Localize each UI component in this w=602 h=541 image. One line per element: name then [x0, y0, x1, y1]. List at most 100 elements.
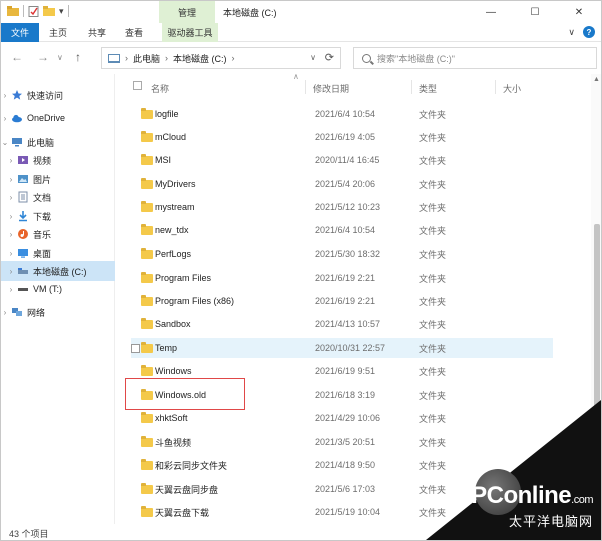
nav-item-onedrive[interactable]: › OneDrive — [1, 108, 115, 128]
forward-button[interactable]: → — [37, 50, 49, 64]
folder-icon — [141, 295, 153, 306]
file-date: 2021/5/12 10:23 — [315, 202, 381, 212]
file-row-mystream[interactable]: mystream 2021/5/12 10:23 文件夹 — [131, 197, 553, 217]
file-name: Program Files (x86) — [155, 296, 235, 306]
vertical-scrollbar[interactable]: ▲ ▼ — [591, 74, 601, 524]
file-row-program-files-x86[interactable]: Program Files (x86) 2021/6/19 2:21 文件夹 — [131, 291, 553, 311]
expand-chevron-icon[interactable]: › — [7, 156, 15, 165]
file-row-temp[interactable]: Temp 2020/10/31 22:57 文件夹 — [131, 338, 553, 358]
file-date: 2021/6/18 3:19 — [315, 390, 376, 400]
file-date: 2021/6/19 2:21 — [315, 273, 376, 283]
file-row-new-tdx[interactable]: new_tdx 2021/6/4 10:54 文件夹 — [131, 220, 553, 240]
window-title: 本地磁盘 (C:) — [223, 8, 277, 18]
file-row-logfile[interactable]: logfile 2021/6/4 10:54 文件夹 — [131, 104, 553, 124]
expand-chevron-icon[interactable]: › — [7, 267, 15, 276]
column-header-name[interactable]: 名称 — [151, 82, 169, 98]
folder-icon[interactable] — [7, 6, 19, 16]
file-row-tianyi-download[interactable]: 天翼云盘下载 2021/5/19 10:04 文件夹 — [131, 502, 553, 522]
search-box[interactable]: 搜索"本地磁盘 (C:)" — [353, 47, 597, 69]
tab-home[interactable]: 主页 — [49, 23, 67, 42]
nav-item-music[interactable]: › 音乐 — [1, 224, 115, 244]
properties-icon[interactable] — [28, 5, 39, 17]
new-folder-icon[interactable] — [43, 6, 55, 16]
expand-chevron-icon[interactable]: › — [7, 230, 15, 239]
up-button[interactable]: ↑ — [75, 50, 81, 64]
row-checkbox[interactable] — [131, 343, 140, 353]
file-row-hecaiyun-sync[interactable]: 和彩云同步文件夹 2021/4/18 9:50 文件夹 — [131, 455, 553, 475]
file-row-mydrivers[interactable]: MyDrivers 2021/5/4 20:06 文件夹 — [131, 174, 553, 194]
recent-locations-chevron-icon[interactable]: ∨ — [57, 53, 63, 62]
expand-chevron-icon[interactable]: › — [1, 308, 9, 317]
scroll-down-arrow-icon[interactable]: ▼ — [593, 515, 600, 522]
column-divider[interactable] — [411, 80, 412, 94]
search-placeholder[interactable]: 搜索"本地磁盘 (C:)" — [377, 52, 455, 65]
column-divider[interactable] — [305, 80, 306, 94]
tab-drive-tools[interactable]: 驱动器工具 — [162, 23, 218, 42]
tab-view[interactable]: 查看 — [125, 23, 143, 42]
refresh-icon[interactable]: ⟳ — [325, 51, 334, 64]
title-bar: ▾ 管理 本地磁盘 (C:) — ☐ ✕ — [1, 1, 601, 23]
nav-label: 快速访问 — [27, 90, 64, 101]
nav-item-this-pc[interactable]: ⌄ 此电脑 — [1, 132, 115, 152]
file-type: 文件夹 — [419, 343, 447, 354]
help-icon[interactable]: ? — [583, 26, 595, 38]
breadcrumb-separator[interactable]: › — [232, 53, 235, 63]
expand-chevron-icon[interactable]: › — [7, 193, 15, 202]
expand-ribbon-chevron-icon[interactable]: ∨ — [568, 27, 575, 38]
breadcrumb-local-disk[interactable]: 本地磁盘 (C:) — [173, 52, 227, 65]
breadcrumb-this-pc[interactable]: 此电脑 — [133, 52, 160, 65]
column-divider[interactable] — [495, 80, 496, 94]
file-row-perflogs[interactable]: PerfLogs 2021/5/30 18:32 文件夹 — [131, 244, 553, 264]
address-history-chevron-icon[interactable]: ∨ — [310, 53, 316, 62]
breadcrumb-separator[interactable]: › — [125, 53, 128, 63]
tab-file[interactable]: 文件 — [1, 23, 39, 42]
expand-chevron-icon[interactable]: › — [1, 91, 9, 100]
file-type: 文件夹 — [419, 390, 447, 401]
file-row-sandbox[interactable]: Sandbox 2021/4/13 10:57 文件夹 — [131, 314, 553, 334]
expand-chevron-icon[interactable]: › — [7, 175, 15, 184]
nav-item-quick-access[interactable]: › 快速访问 — [1, 85, 115, 105]
file-row-program-files[interactable]: Program Files 2021/6/19 2:21 文件夹 — [131, 268, 553, 288]
file-date: 2021/5/30 18:32 — [315, 249, 381, 259]
file-type: 文件夹 — [419, 225, 447, 236]
nav-item-pictures[interactable]: › 图片 — [1, 169, 115, 189]
collapse-chevron-icon[interactable]: ⌄ — [1, 138, 9, 147]
expand-chevron-icon[interactable]: › — [7, 249, 15, 258]
file-type: 文件夹 — [419, 273, 447, 284]
back-button[interactable]: ← — [11, 50, 23, 64]
close-button[interactable]: ✕ — [557, 1, 601, 23]
file-row-xhktsoft[interactable]: xhktSoft 2021/4/29 10:06 文件夹 — [131, 408, 553, 428]
file-type: 文件夹 — [419, 155, 447, 166]
nav-item-network[interactable]: › 网络 — [1, 302, 115, 322]
customize-toolbar-chevron-icon[interactable]: ▾ — [59, 6, 64, 17]
scrollbar-thumb[interactable] — [594, 224, 600, 474]
maximize-button[interactable]: ☐ — [513, 1, 557, 23]
file-row-mcloud[interactable]: mCloud 2021/6/19 4:05 文件夹 — [131, 127, 553, 147]
select-all-checkbox[interactable] — [133, 81, 142, 90]
tab-manage[interactable]: 管理 — [159, 1, 215, 23]
file-type: 文件夹 — [419, 296, 447, 307]
file-row-msi[interactable]: MSI 2020/11/4 16:45 文件夹 — [131, 150, 553, 170]
file-row-douyu-video[interactable]: 斗鱼视频 2021/3/5 20:51 文件夹 — [131, 432, 553, 452]
documents-icon — [18, 191, 28, 203]
breadcrumb-separator[interactable]: › — [165, 53, 168, 63]
scroll-up-arrow-icon[interactable]: ▲ — [593, 76, 600, 83]
column-header-type[interactable]: 类型 — [419, 82, 437, 98]
file-row-tianyi-sync[interactable]: 天翼云盘同步盘 2021/5/6 17:03 文件夹 — [131, 479, 553, 499]
nav-item-desktop[interactable]: › 桌面 — [1, 243, 115, 263]
nav-item-vm-t[interactable]: › VM (T:) — [1, 279, 115, 299]
nav-item-downloads[interactable]: › 下载 — [1, 206, 115, 226]
nav-item-videos[interactable]: › 视频 — [1, 150, 115, 170]
nav-item-local-disk-c[interactable]: › 本地磁盘 (C:) — [1, 261, 115, 281]
column-header-date[interactable]: 修改日期 — [313, 82, 349, 98]
minimize-button[interactable]: — — [469, 1, 513, 23]
cloud-icon — [12, 114, 22, 123]
column-header-size[interactable]: 大小 — [503, 82, 521, 98]
file-name: Windows — [155, 366, 192, 376]
address-bar[interactable]: › 此电脑 › 本地磁盘 (C:) › ∨ ⟳ — [101, 47, 341, 69]
expand-chevron-icon[interactable]: › — [7, 212, 15, 221]
tab-share[interactable]: 共享 — [88, 23, 106, 42]
expand-chevron-icon[interactable]: › — [1, 114, 9, 123]
nav-item-documents[interactable]: › 文档 — [1, 187, 115, 207]
expand-chevron-icon[interactable]: › — [7, 285, 15, 294]
